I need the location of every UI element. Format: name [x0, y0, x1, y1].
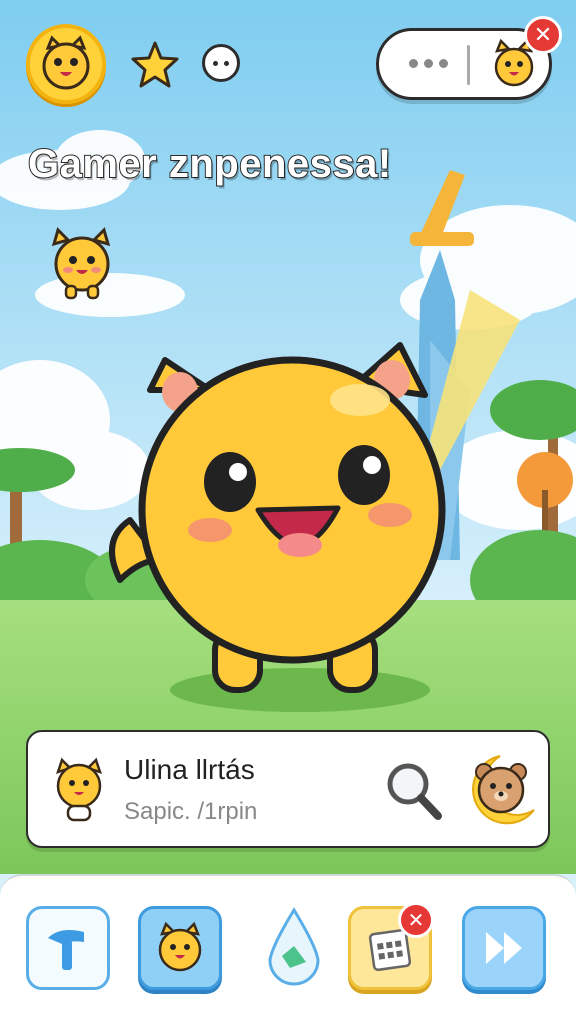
bottom-action-bar — [0, 874, 576, 1024]
drop-icon — [268, 907, 320, 986]
player-avatar-button[interactable] — [26, 24, 106, 104]
divider — [467, 45, 470, 85]
close-button[interactable]: ✕ — [524, 16, 562, 54]
bear-moon-icon[interactable] — [462, 750, 536, 830]
close-icon: ✕ — [407, 909, 425, 932]
fast-forward-icon — [486, 932, 522, 964]
fast-forward-button[interactable] — [462, 906, 546, 990]
yellow-pet-face-icon — [42, 35, 90, 90]
magnifier-icon[interactable] — [384, 760, 444, 822]
small-pet-companion[interactable] — [40, 222, 124, 306]
water-button[interactable] — [252, 906, 336, 990]
more-dots-icon — [213, 60, 218, 66]
hammer-icon — [48, 930, 84, 970]
favorites-button[interactable] — [128, 38, 182, 92]
pet-portrait-icon — [56, 757, 102, 822]
pet-subtitle: Sapic. /1rpin — [124, 798, 258, 825]
game-title: Gamer znpenessa! — [27, 141, 392, 187]
pet-name: Ulina llrtás — [124, 754, 255, 785]
build-button[interactable] — [26, 906, 110, 990]
close-icon: ✕ — [533, 22, 553, 47]
calendar-close-badge[interactable]: ✕ — [398, 902, 434, 938]
pet-button[interactable] — [138, 906, 222, 990]
menu-dots-icon[interactable] — [409, 59, 454, 68]
pet-icon — [158, 921, 202, 972]
chat-button[interactable] — [202, 44, 240, 82]
star-icon — [131, 41, 179, 88]
pet-info-card[interactable]: Ulina llrtás Sapic. /1rpin — [26, 730, 550, 848]
